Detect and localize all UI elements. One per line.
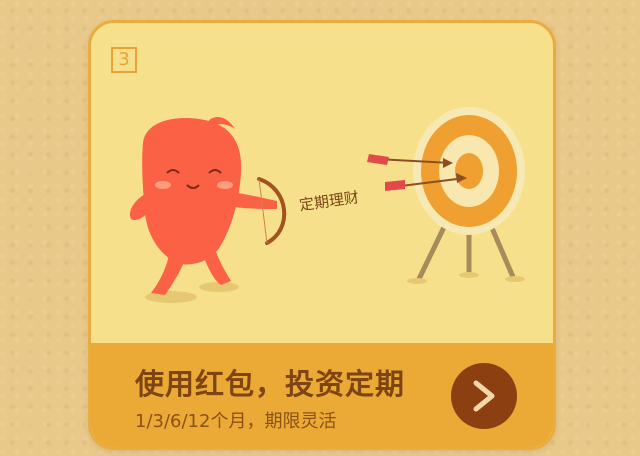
card-title: 使用红包，投资定期	[135, 367, 406, 401]
next-button[interactable]	[451, 363, 517, 429]
target-icon	[407, 107, 525, 284]
card-subtitle: 1/3/6/12个月，期限灵活	[135, 411, 337, 432]
feature-card: 3 定期理财 使用红包，投资定期 1/3/6/12个月，期限灵活	[88, 20, 556, 450]
bow-icon	[257, 177, 287, 245]
chevron-right-icon	[473, 380, 495, 412]
illustration-label: 定期理财	[298, 188, 360, 214]
info-bar: 使用红包，投资定期 1/3/6/12个月，期限灵活	[91, 343, 553, 447]
mascot-character	[129, 116, 277, 295]
archery-illustration: 定期理财	[129, 107, 525, 303]
